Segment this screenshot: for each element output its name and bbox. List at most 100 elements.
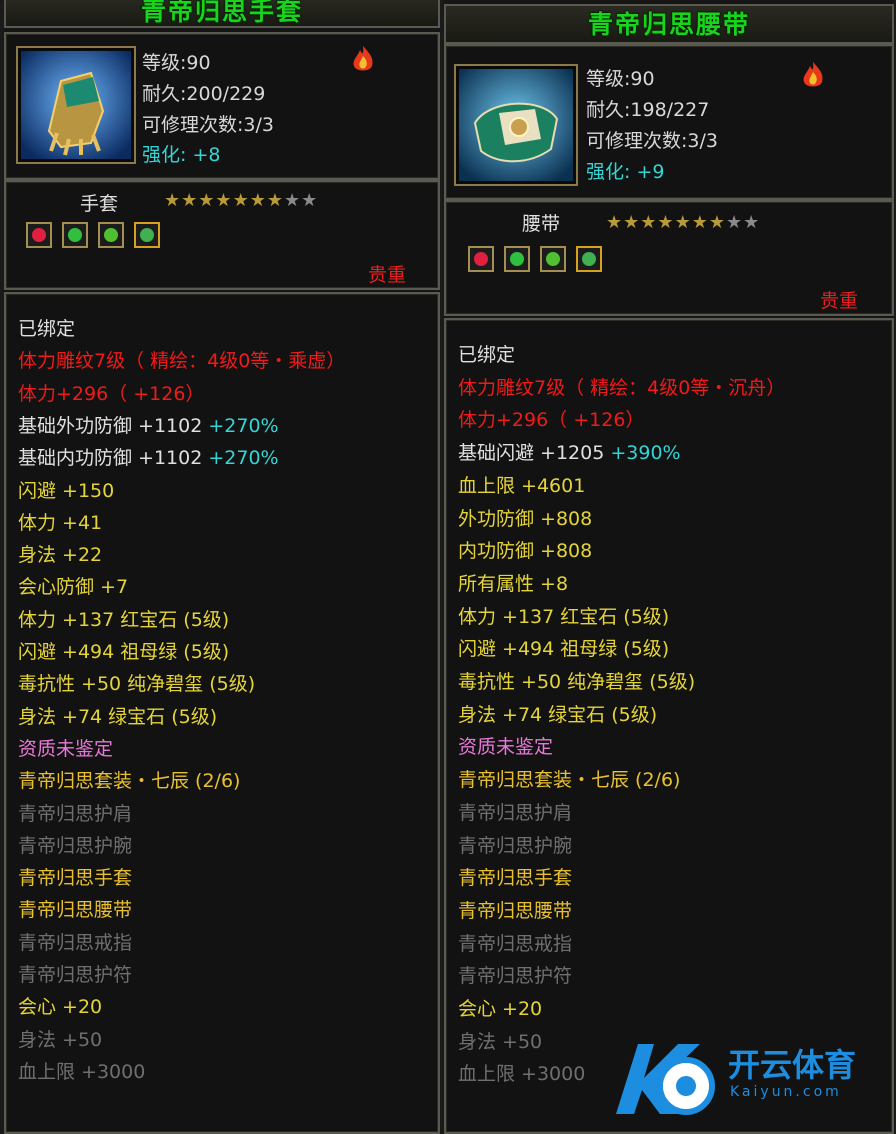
attribute-text: 毒抗性 +50 纯净碧玺 (5级) — [458, 671, 696, 693]
attribute-line: 身法 +74 绿宝石 (5级) — [18, 702, 217, 729]
item-icon-frame[interactable] — [454, 64, 578, 186]
attribute-line: 体力 +137 红宝石 (5级) — [458, 602, 669, 629]
attribute-text: 青帝归思腰带 — [18, 899, 133, 922]
star-filled-icon: ★ — [266, 190, 284, 211]
emerald-gem-icon[interactable] — [62, 222, 88, 248]
attribute-text: 身法 +22 — [18, 544, 103, 567]
fire-icon — [803, 62, 823, 87]
star-filled-icon: ★ — [708, 212, 726, 233]
star-filled-icon: ★ — [623, 212, 641, 233]
attribute-line: 会心 +20 — [458, 994, 542, 1021]
attribute-text: 青帝归思护腕 — [18, 834, 133, 857]
attribute-line: 血上限 +4601 — [458, 471, 585, 498]
attribute-line: 身法 +74 绿宝石 (5级) — [458, 700, 657, 727]
attribute-line: 已绑定 — [18, 314, 75, 341]
star-filled-icon: ★ — [198, 190, 216, 211]
belt-icon — [459, 69, 573, 181]
enhance-label: 强化: — [586, 161, 631, 183]
attribute-text: 血上限 +3000 — [458, 1063, 586, 1086]
item-title: 青帝归思腰带 — [444, 4, 894, 44]
attribute-line: 青帝归思手套 — [18, 863, 132, 890]
attribute-line: 所有属性 +8 — [458, 569, 568, 596]
enhance-text: 强化: +9 — [586, 157, 664, 184]
attribute-line: 基础内功防御 +1102 +270% — [18, 443, 279, 470]
attribute-line: 资质未鉴定 — [18, 734, 113, 761]
attribute-text: 所有属性 +8 — [458, 572, 569, 595]
attribute-text: 会心 +20 — [458, 998, 543, 1020]
attribute-text: 青帝归思护肩 — [458, 801, 573, 824]
attribute-line: 体力+296（ +126） — [458, 405, 644, 432]
attribute-line: 已绑定 — [458, 340, 515, 367]
attribute-text: 资质未鉴定 — [458, 736, 554, 759]
attribute-line: 会心 +20 — [18, 992, 102, 1019]
attribute-line: 青帝归思护肩 — [18, 799, 132, 826]
star-filled-icon: ★ — [164, 190, 182, 211]
attribute-list: 已绑定体力雕纹7级（ 精绘：4级0等・乘虚） 体力+296（ +126） 基础外功防… — [4, 292, 440, 1134]
item-icon-frame[interactable] — [16, 46, 136, 164]
attribute-text: 身法 +74 绿宝石 (5级) — [18, 705, 218, 728]
attribute-line: 青帝归思护肩 — [458, 798, 572, 825]
attribute-text: 青帝归思腰带 — [458, 899, 573, 922]
tourmaline-gem-icon[interactable] — [134, 222, 160, 248]
item-header: 等级:90 耐久:200/229 可修理次数:3/3 强化: +8 — [4, 32, 440, 180]
slot-type: 腰带 — [522, 213, 561, 235]
star-filled-icon: ★ — [232, 190, 250, 211]
attribute-text: 体力+296（ +126） — [458, 409, 645, 432]
star-empty-icon: ★ — [725, 212, 744, 233]
attribute-text: 外功防御 +808 — [458, 507, 593, 530]
repair-count-text: 可修理次数:3/3 — [142, 114, 274, 136]
level-text: 等级:90 — [586, 68, 655, 90]
attribute-line: 青帝归思戒指 — [18, 928, 132, 955]
star-filled-icon: ★ — [606, 212, 624, 233]
attribute-text: 青帝归思戒指 — [458, 932, 573, 955]
precious-label: 贵重 — [820, 290, 859, 312]
repair-count-text: 可修理次数:3/3 — [586, 130, 718, 152]
attribute-text: 毒抗性 +50 纯净碧玺 (5级) — [18, 673, 256, 696]
attribute-line: 青帝归思手套 — [458, 863, 572, 890]
tooltip-gloves: 青帝归思手套 等级:90 耐久:200/229 可修理次数:3/3 强化: +8 — [4, 0, 440, 1134]
item-title: 青帝归思手套 — [4, 0, 440, 28]
attribute-text: 青帝归思套装・七辰 (2/6) — [18, 770, 241, 793]
green-gem-icon[interactable] — [98, 222, 124, 248]
attribute-percent: +390% — [610, 442, 681, 465]
tooltip-belt: 青帝归思腰带 等级:90 耐久:198/227 可修理次数:3/3 强化: +9 — [444, 0, 894, 1134]
green-gem-icon[interactable] — [540, 246, 566, 272]
attribute-line: 血上限 +3000 — [458, 1059, 585, 1086]
star-filled-icon: ★ — [249, 190, 267, 211]
attribute-line: 青帝归思护符 — [18, 960, 132, 987]
star-filled-icon: ★ — [674, 212, 692, 233]
attribute-text: 体力 +137 红宝石 (5级) — [458, 605, 670, 628]
attribute-text: 基础闪避 +1205 — [458, 442, 611, 465]
attribute-text: 青帝归思护符 — [18, 964, 133, 986]
attribute-text: 身法 +74 绿宝石 (5级) — [458, 703, 658, 726]
star-rating: ★★★★★★★★★ — [164, 190, 318, 211]
attribute-line: 体力雕纹7级（ 精绘：4级0等・乘虚） — [18, 346, 345, 373]
attribute-text: 闪避 +494 祖母绿 (5级) — [458, 638, 670, 661]
attribute-text: 青帝归思戒指 — [18, 931, 133, 954]
watermark-sub: Kaiyun.com — [730, 1084, 842, 1100]
item-subinfo: 腰带 ★★★★★★★★★ 贵重 — [444, 200, 894, 316]
tourmaline-gem-icon[interactable] — [576, 246, 602, 272]
attribute-line: 身法 +50 — [458, 1027, 542, 1054]
ruby-gem-icon[interactable] — [468, 246, 494, 272]
star-rating: ★★★★★★★★★ — [606, 212, 760, 233]
fire-icon — [353, 46, 373, 71]
attribute-line: 基础外功防御 +1102 +270% — [18, 411, 279, 438]
attribute-text: 体力 +137 红宝石 (5级) — [18, 608, 230, 631]
ruby-gem-icon[interactable] — [26, 222, 52, 248]
level-text: 等级:90 — [142, 52, 211, 74]
attribute-line: 青帝归思腰带 — [18, 895, 132, 922]
attribute-line: 体力 +41 — [18, 508, 102, 535]
attribute-text: 闪避 +494 祖母绿 (5级) — [18, 641, 230, 663]
attribute-text: 体力+296（ +126） — [18, 382, 205, 405]
enhance-value: +9 — [636, 161, 665, 183]
attribute-line: 身法 +22 — [18, 540, 102, 567]
attribute-text: 体力 +41 — [18, 511, 103, 534]
item-header: 等级:90 耐久:198/227 可修理次数:3/3 强化: +9 — [444, 44, 894, 200]
attribute-line: 青帝归思护符 — [458, 961, 572, 988]
attribute-line: 体力 +137 红宝石 (5级) — [18, 605, 229, 632]
attribute-text: 青帝归思手套 — [458, 867, 573, 890]
attribute-text: 青帝归思护符 — [458, 965, 573, 988]
emerald-gem-icon[interactable] — [504, 246, 530, 272]
attribute-line: 身法 +50 — [18, 1025, 102, 1052]
